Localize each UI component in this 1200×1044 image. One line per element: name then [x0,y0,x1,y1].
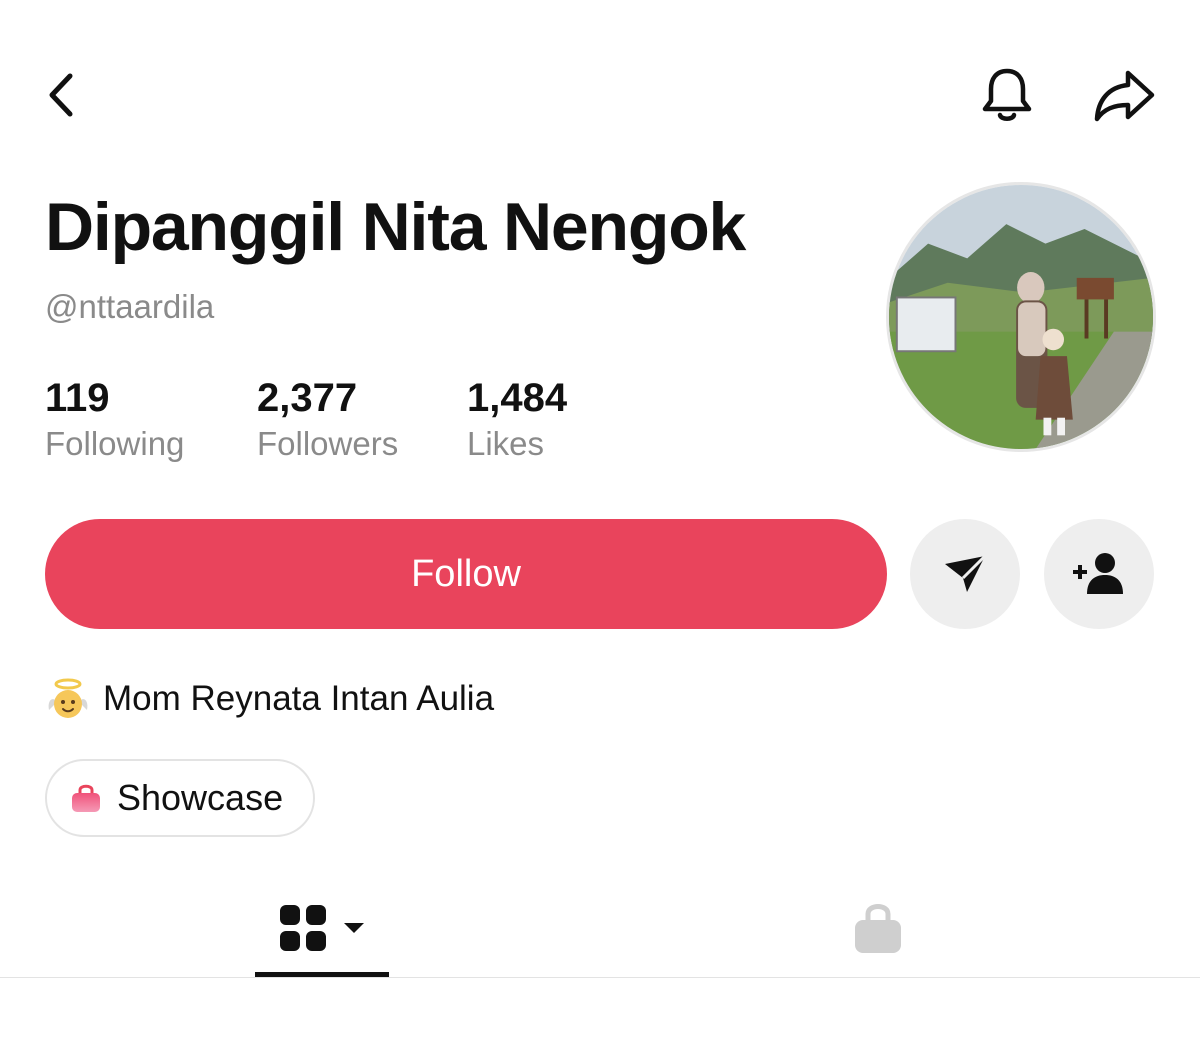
stat-label: Likes [467,425,545,462]
bio-text: Mom Reynata Intan Aulia [103,679,495,718]
stat-following[interactable]: 119 Following [45,376,184,463]
back-button[interactable] [30,60,94,130]
showcase-label: Showcase [117,777,284,818]
bio: Mom Reynata Intan Aulia [45,676,494,722]
stat-value: 1,484 [467,376,568,420]
shopping-bag-icon [855,904,901,953]
add-user-icon [1073,553,1123,594]
notifications-button[interactable] [972,62,1042,128]
profile-display-name: Dipanggil Nita Nengok [45,189,746,265]
stat-label: Followers [257,425,399,462]
message-button[interactable] [910,519,1020,629]
avatar-photo [889,185,1153,449]
follow-button[interactable]: Follow [45,519,887,629]
shopping-bag-icon [72,784,100,812]
avatar[interactable] [886,182,1156,452]
tab-shop[interactable] [812,888,944,968]
chevron-left-icon [49,73,73,117]
angel-baby-emoji [48,678,88,718]
showcase-button[interactable]: Showcase [45,759,315,837]
add-friend-button[interactable] [1044,519,1154,629]
stat-value: 2,377 [257,376,358,420]
grid-icon [280,905,326,951]
share-arrow-icon [1094,70,1155,122]
tab-divider [0,977,1200,978]
stat-label: Following [45,425,185,462]
profile-handle: @nttaardila [45,288,215,325]
stat-followers[interactable]: 2,377 Followers [257,376,398,463]
share-button[interactable] [1086,62,1162,128]
caret-down-icon [344,923,364,933]
send-icon [945,554,987,592]
profile-page: Dipanggil Nita Nengok @nttaardila 119 Fo… [0,0,1200,1044]
stat-value: 119 [45,376,110,420]
bell-icon [982,68,1032,121]
stat-likes[interactable]: 1,484 Likes [467,376,567,463]
tab-videos-grid[interactable] [255,888,389,968]
